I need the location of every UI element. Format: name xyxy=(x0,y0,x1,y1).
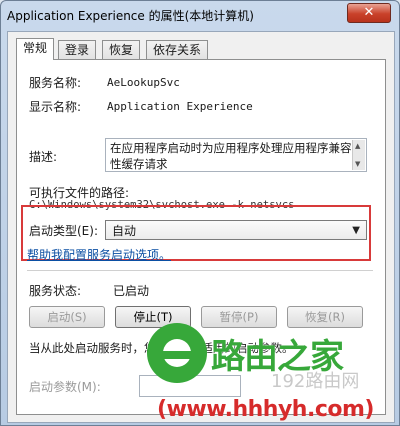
tab-logon[interactable]: 登录 xyxy=(58,40,97,59)
watermark-subtitle: 192路由网 xyxy=(271,371,360,392)
watermark: 路由之家 192路由网 (www.hhhyh.com) xyxy=(147,323,397,423)
title-bar[interactable]: Application Experience 的属性(本地计算机) ✕ xyxy=(1,1,399,29)
section-divider xyxy=(27,270,373,271)
startup-type-value: 自动 xyxy=(112,224,137,238)
window-title: Application Experience 的属性(本地计算机) xyxy=(7,9,254,23)
watermark-logo-icon xyxy=(147,323,207,383)
display-name-value: Application Experience xyxy=(107,100,253,113)
display-name-label: 显示名称: xyxy=(29,100,82,114)
watermark-url: (www.hhhyh.com) xyxy=(157,397,374,422)
description-scrollbar[interactable]: ▲ ▼ xyxy=(352,140,365,170)
startup-type-select[interactable]: 自动 ▼ xyxy=(105,220,367,240)
service-status-value: 已启动 xyxy=(113,284,150,298)
startup-type-label: 启动类型(E): xyxy=(29,224,98,238)
start-params-label: 启动参数(M): xyxy=(29,380,101,394)
help-configure-link[interactable]: 帮助我配置服务启动选项。 xyxy=(27,246,171,263)
scroll-up-icon[interactable]: ▲ xyxy=(355,142,360,150)
close-button[interactable]: ✕ xyxy=(347,3,391,23)
description-box[interactable]: 在应用程序启动时为应用程序处理应用程序兼容性缓存请求 ▲ ▼ xyxy=(105,138,367,172)
properties-dialog: Application Experience 的属性(本地计算机) ✕ 常规 登… xyxy=(0,0,400,426)
dropdown-arrow-icon[interactable]: ▼ xyxy=(352,221,360,241)
description-text: 在应用程序启动时为应用程序处理应用程序兼容性缓存请求 xyxy=(110,141,352,171)
description-label: 描述: xyxy=(29,150,58,164)
tab-general[interactable]: 常规 xyxy=(16,38,55,60)
tab-dependencies[interactable]: 依存关系 xyxy=(146,40,209,59)
tab-recovery[interactable]: 恢复 xyxy=(102,40,141,59)
start-button[interactable]: 启动(S) xyxy=(29,306,105,328)
service-name-label: 服务名称: xyxy=(29,76,82,90)
service-status-label: 服务状态: xyxy=(29,284,82,298)
service-name-value: AeLookupSvc xyxy=(107,76,180,89)
scroll-down-icon[interactable]: ▼ xyxy=(355,160,360,168)
